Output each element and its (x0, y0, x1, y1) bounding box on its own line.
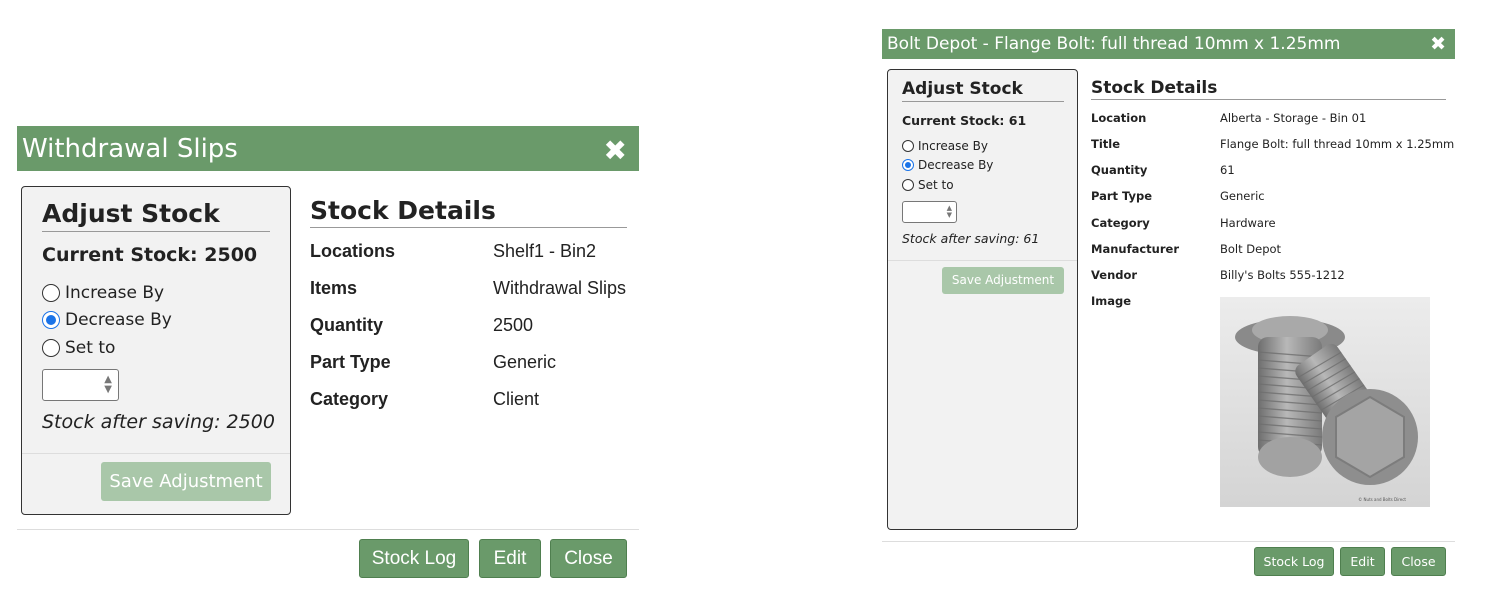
detail-row-part-type: Part Type Generic (310, 352, 556, 373)
dialog-titlebar: Bolt Depot - Flange Bolt: full thread 10… (882, 29, 1455, 59)
detail-key: Locations (310, 241, 396, 261)
save-adjustment-button[interactable]: Save Adjustment (942, 267, 1064, 294)
close-button[interactable]: Close (1391, 547, 1446, 576)
stock-dialog-withdrawal-slips: Withdrawal Slips ✖ Adjust Stock Current … (17, 126, 639, 586)
radio-button[interactable] (42, 338, 60, 357)
adjust-mode-radios: Increase By Decrease By Set to (42, 279, 172, 362)
radio-set-to[interactable]: Set to (42, 334, 172, 362)
detail-value: 2500 (493, 315, 534, 335)
bolt-illustration: © Nuts and Bolts Direct (1220, 297, 1430, 507)
detail-row-locations: Locations Shelf1 - Bin2 (310, 241, 596, 262)
detail-key: Title (1091, 137, 1121, 151)
detail-value: Client (493, 389, 540, 409)
stock-log-button[interactable]: Stock Log (1254, 547, 1334, 576)
stock-after-saving: Stock after saving: 2500 (42, 411, 275, 433)
detail-row-category: Category Hardware (1091, 216, 1276, 230)
dialog-title: Withdrawal Slips (22, 134, 238, 164)
detail-key: Vendor (1091, 268, 1138, 282)
adjust-stock-panel: Adjust Stock Current Stock: 61 Increase … (887, 69, 1078, 530)
radio-label: Increase By (918, 138, 988, 153)
divider (888, 260, 1077, 261)
detail-row-manufacturer: Manufacturer Bolt Depot (1091, 242, 1281, 256)
radio-button-checked[interactable] (42, 311, 60, 330)
detail-key: Items (310, 278, 358, 298)
close-button[interactable]: Close (550, 539, 627, 578)
detail-key: Category (310, 389, 389, 409)
dialog-titlebar: Withdrawal Slips ✖ (17, 126, 639, 171)
footer-divider (17, 529, 639, 530)
radio-button[interactable] (902, 178, 914, 191)
detail-row-items: Items Withdrawal Slips (310, 278, 626, 299)
radio-label: Decrease By (918, 158, 994, 173)
dialog-title: Bolt Depot - Flange Bolt: full thread 10… (887, 34, 1341, 54)
radio-set-to[interactable]: Set to (902, 175, 993, 195)
detail-value: Generic (1220, 189, 1265, 203)
quantity-stepper[interactable]: ▲ ▼ (42, 369, 119, 401)
detail-value: 61 (1220, 163, 1235, 177)
detail-key: Quantity (310, 315, 384, 335)
detail-row-vendor: Vendor Billy's Bolts 555-1212 (1091, 268, 1345, 282)
detail-value: Flange Bolt: full thread 10mm x 1.25mm (1220, 137, 1455, 151)
footer-divider (882, 541, 1455, 542)
detail-row-quantity: Quantity 2500 (310, 315, 533, 336)
edit-button[interactable]: Edit (479, 539, 541, 578)
detail-value: Withdrawal Slips (493, 278, 627, 298)
stock-log-button[interactable]: Stock Log (359, 539, 469, 578)
radio-decrease[interactable]: Decrease By (42, 307, 172, 335)
radio-button[interactable] (42, 283, 60, 302)
detail-row-category: Category Client (310, 389, 539, 410)
close-icon[interactable]: ✖ (604, 128, 627, 174)
detail-key: Category (1091, 216, 1150, 230)
detail-key: Image (1091, 294, 1132, 308)
adjust-stock-heading: Adjust Stock (902, 79, 1064, 102)
radio-label: Decrease By (65, 310, 172, 331)
detail-key: Location (1091, 111, 1147, 125)
radio-increase[interactable]: Increase By (902, 136, 993, 156)
save-adjustment-button[interactable]: Save Adjustment (101, 462, 271, 501)
quantity-stepper[interactable]: ▲ ▼ (902, 201, 957, 223)
detail-key: Part Type (310, 352, 391, 372)
radio-button[interactable] (902, 139, 914, 152)
radio-increase[interactable]: Increase By (42, 279, 172, 307)
detail-value: Generic (493, 352, 557, 372)
radio-button-checked[interactable] (902, 159, 914, 172)
stock-after-saving: Stock after saving: 61 (902, 231, 1040, 246)
adjust-stock-heading: Adjust Stock (42, 199, 270, 232)
edit-button[interactable]: Edit (1340, 547, 1385, 576)
detail-row-location: Location Alberta - Storage - Bin 01 (1091, 111, 1366, 125)
radio-decrease[interactable]: Decrease By (902, 156, 993, 176)
detail-row-part-type: Part Type Generic (1091, 189, 1265, 203)
detail-value: Bolt Depot (1220, 242, 1282, 256)
detail-value: Billy's Bolts 555-1212 (1220, 268, 1345, 282)
detail-row-title: Title Flange Bolt: full thread 10mm x 1.… (1091, 137, 1454, 151)
detail-value: Shelf1 - Bin2 (493, 241, 597, 261)
stock-details-heading: Stock Details (310, 196, 627, 228)
adjust-stock-panel: Adjust Stock Current Stock: 2500 Increas… (21, 186, 291, 515)
radio-label: Set to (918, 177, 954, 192)
detail-key: Part Type (1091, 189, 1153, 203)
current-stock: Current Stock: 2500 (42, 244, 258, 266)
detail-row-image: Image (1091, 294, 1220, 308)
svg-text:© Nuts and Bolts Direct: © Nuts and Bolts Direct (1358, 497, 1406, 502)
radio-label: Increase By (65, 282, 165, 303)
adjust-mode-radios: Increase By Decrease By Set to (902, 136, 993, 195)
spin-arrows-icon[interactable]: ▲ ▼ (104, 375, 112, 395)
radio-label: Set to (65, 337, 116, 358)
current-stock: Current Stock: 61 (902, 113, 1027, 128)
detail-value: Alberta - Storage - Bin 01 (1220, 111, 1367, 125)
close-icon[interactable]: ✖ (1430, 29, 1446, 60)
detail-key: Quantity (1091, 163, 1148, 177)
bolt-image: © Nuts and Bolts Direct (1220, 297, 1430, 507)
detail-value: Hardware (1220, 216, 1276, 230)
stock-details-heading: Stock Details (1091, 78, 1446, 100)
detail-key: Manufacturer (1091, 242, 1179, 256)
divider (22, 453, 290, 454)
detail-row-quantity: Quantity 61 (1091, 163, 1235, 177)
stock-dialog-flange-bolt: Bolt Depot - Flange Bolt: full thread 10… (882, 29, 1455, 579)
spin-arrows-icon[interactable]: ▲ ▼ (947, 205, 952, 219)
